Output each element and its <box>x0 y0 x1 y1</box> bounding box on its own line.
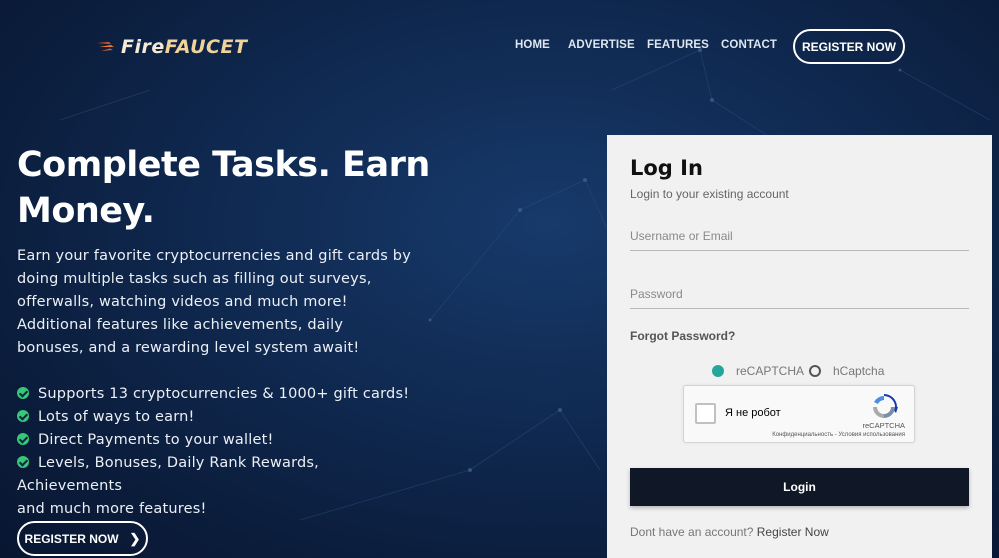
feature-text: Supports 13 cryptocurrencies & 1000+ gif… <box>38 386 410 402</box>
nav-register-button[interactable]: REGISTER NOW <box>793 29 905 64</box>
nav-advertise[interactable]: ADVERTISE <box>568 39 635 51</box>
feature-item: Direct Payments to your wallet! <box>17 429 417 452</box>
check-circle-icon <box>17 387 29 399</box>
feature-item: Levels, Bonuses, Daily Rank Rewards, Ach… <box>17 452 417 498</box>
check-circle-icon <box>17 410 29 422</box>
nav-home[interactable]: HOME <box>515 39 550 51</box>
login-title: Log In <box>630 156 703 180</box>
recaptcha-brand: reCAPTCHA <box>862 421 905 430</box>
logo-text-fire: Fire <box>121 36 165 58</box>
hero-description: Earn your favorite cryptocurrencies and … <box>17 248 411 356</box>
password-input[interactable] <box>630 279 969 309</box>
register-prompt-text: Dont have an account? <box>630 525 754 539</box>
nav-features[interactable]: FEATURES <box>647 39 709 51</box>
feature-item: Supports 13 cryptocurrencies & 1000+ gif… <box>17 383 417 406</box>
site-logo[interactable]: Fire FAUCET <box>97 34 247 60</box>
feature-item-continued: and much more features! <box>17 501 207 517</box>
feature-text: Lots of ways to earn! <box>38 409 195 425</box>
captcha-option-label: hCaptcha <box>833 364 885 378</box>
captcha-option-recaptcha[interactable]: reCAPTCHA <box>712 364 804 378</box>
hero-title: Complete Tasks. Earn Money. <box>17 145 430 231</box>
captcha-option-label: reCAPTCHA <box>736 364 805 378</box>
chevron-right-icon: ❯ <box>129 530 141 546</box>
hero-register-label: REGISTER NOW <box>24 531 119 546</box>
feature-text: Levels, Bonuses, Daily Rank Rewards, Ach… <box>17 455 319 494</box>
register-prompt: Dont have an account? Register Now <box>630 525 829 539</box>
hero-register-button[interactable]: REGISTER NOW ❯ <box>17 521 148 556</box>
flame-icon <box>97 42 114 51</box>
recaptcha-label: Я не робот <box>725 407 781 419</box>
captcha-option-hcaptcha[interactable]: hCaptcha <box>809 364 884 378</box>
login-card: Log In Login to your existing account Fo… <box>607 135 992 558</box>
recaptcha-checkbox[interactable] <box>695 403 716 424</box>
check-circle-icon <box>17 456 29 468</box>
recaptcha-widget: Я не робот reCAPTCHA Конфиденциальность … <box>683 385 915 443</box>
login-subtitle: Login to your existing account <box>630 187 789 201</box>
recaptcha-logo-icon <box>873 394 898 418</box>
forgot-password-link[interactable]: Forgot Password? <box>630 329 735 343</box>
login-button[interactable]: Login <box>630 468 969 506</box>
radio-selected-icon <box>712 365 724 377</box>
register-now-link[interactable]: Register Now <box>757 525 829 539</box>
radio-unselected-icon <box>809 365 821 377</box>
nav-contact[interactable]: CONTACT <box>721 39 777 51</box>
logo-text-faucet: FAUCET <box>164 36 248 58</box>
username-input[interactable] <box>630 221 969 251</box>
feature-item: Lots of ways to earn! <box>17 406 417 429</box>
feature-list: Supports 13 cryptocurrencies & 1000+ gif… <box>17 383 417 521</box>
check-circle-icon <box>17 433 29 445</box>
feature-text: Direct Payments to your wallet! <box>38 432 274 448</box>
recaptcha-terms-link[interactable]: Конфиденциальность - Условия использован… <box>772 432 905 438</box>
